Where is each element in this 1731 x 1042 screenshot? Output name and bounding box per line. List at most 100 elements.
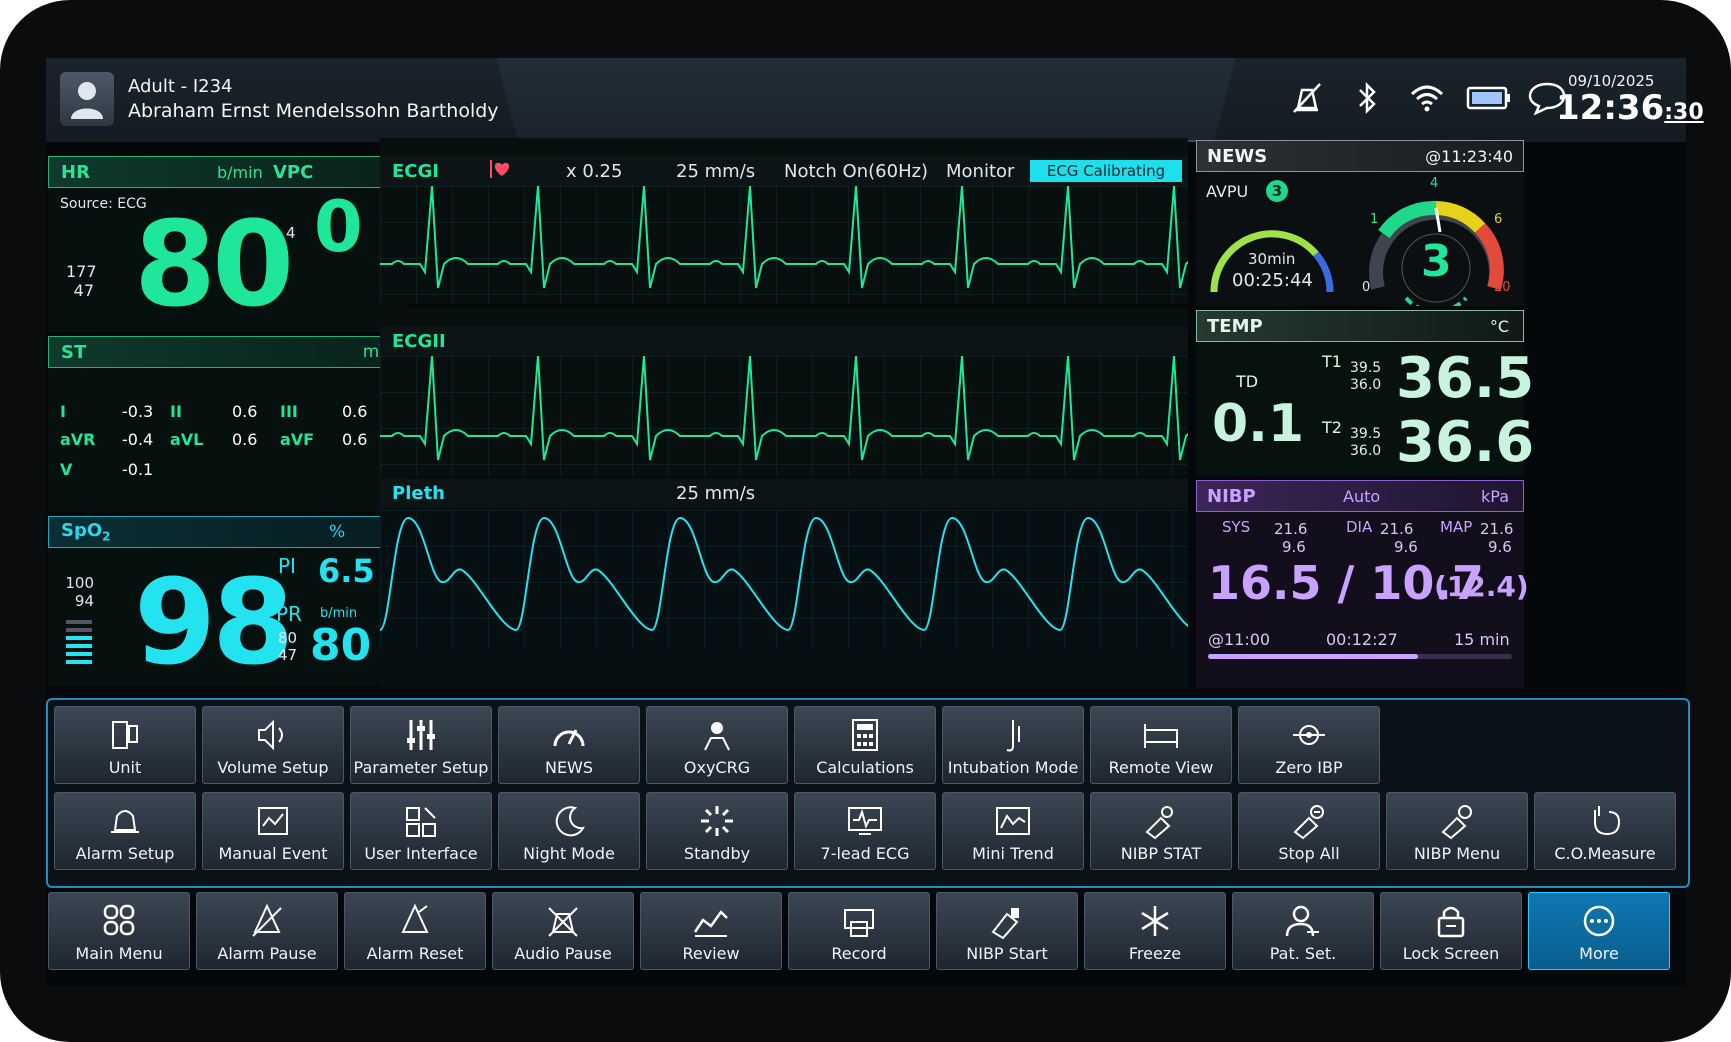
news-scale-20: 20 [1494, 280, 1511, 295]
button-label: More [1579, 944, 1619, 963]
nibp-start-button[interactable]: NIBP Start [936, 892, 1078, 970]
ecg1-mode[interactable]: Monitor [946, 161, 1014, 182]
ecg2-title: ECGII [392, 330, 446, 352]
news-panel[interactable]: NEWS @11:23:40 AVPU 3 30min 00:25:44 3 0… [1196, 140, 1524, 306]
alarm-setup-button[interactable]: Alarm Setup [54, 792, 196, 870]
map-limits: 21.6 9.6 [1480, 520, 1514, 556]
audio-pause-button[interactable]: Audio Pause [492, 892, 634, 970]
7-lead-ecg-button[interactable]: 7-lead ECG [794, 792, 936, 870]
temp-panel[interactable]: TEMP °C TD 0.1 T1 39.5 36.0 36.5 T2 39.5 3… [1196, 310, 1534, 476]
bottom-toolbar: Main Menu Alarm Pause Alarm Reset Audio Pau… [48, 892, 1670, 970]
patient-name[interactable]: Abraham Ernst Mendelssohn Bartholdy [128, 100, 499, 122]
patient-avatar-icon[interactable] [60, 72, 114, 126]
calculations-button[interactable]: Calculations [794, 706, 936, 784]
alarm-reset-button[interactable]: Alarm Reset [344, 892, 486, 970]
oxycrg-icon [704, 722, 730, 751]
st-lead-label: aVL [170, 430, 204, 449]
standby-button[interactable]: Standby [646, 792, 788, 870]
spo2-panel[interactable]: SpO2 % 100 94 98 PI 6.5 PR b/min 80 47 80 [48, 516, 408, 691]
intubation-mode-button[interactable]: Intubation Mode [942, 706, 1084, 784]
unit-button[interactable]: Unit [54, 706, 196, 784]
hr-panel[interactable]: HR b/min VPC Source: ECG 80 177 47 4 0 [48, 156, 408, 332]
pi-label: PI [278, 554, 296, 578]
news-icon [553, 729, 585, 747]
record-button[interactable]: Record [788, 892, 930, 970]
freeze-button[interactable]: Freeze [1084, 892, 1226, 970]
button-label: Zero IBP [1275, 758, 1343, 777]
lock-screen-button[interactable]: Lock Screen [1380, 892, 1522, 970]
main-menu-button[interactable]: Main Menu [48, 892, 190, 970]
button-label: Volume Setup [217, 758, 329, 777]
nibp-menu-button[interactable]: NIBP Menu [1386, 792, 1528, 870]
news-scale-1: 1 [1370, 212, 1379, 227]
spo2-title: SpO2 [61, 520, 111, 544]
user-interface-button[interactable]: User Interface [350, 792, 492, 870]
button-label: Mini Trend [972, 844, 1054, 863]
ecg1-panel[interactable]: ECGI x 0.25 25 mm/s Notch On(60Hz) Monit… [380, 138, 1228, 304]
alarm-pause-button[interactable]: Alarm Pause [196, 892, 338, 970]
bluetooth-icon[interactable] [1346, 80, 1388, 116]
button-label: Pat. Set. [1269, 944, 1337, 963]
st-panel[interactable]: ST mV I -0.3 II 0.6 III 0.6 aVR -0.4 aVL 0.6 aVF 0.… [48, 336, 408, 512]
night-mode-button[interactable]: Night Mode [498, 792, 640, 870]
ecg1-gain[interactable]: x 0.25 [566, 161, 622, 182]
ecg2-panel[interactable]: ECGII [380, 308, 1228, 476]
more-menu-row2: Alarm Setup Manual Event User Interface Nig… [54, 792, 1676, 870]
vpc-label: VPC [273, 161, 314, 183]
parameter-setup-button[interactable]: Parameter Setup [350, 706, 492, 784]
ecg1-waveform [380, 185, 1228, 289]
status-icons [1286, 80, 1568, 116]
pi-value: 6.5 [318, 552, 375, 590]
volume-setup-button[interactable]: Volume Setup [202, 706, 344, 784]
intubation-mode-icon [1006, 720, 1020, 752]
alarm-off-icon[interactable] [1286, 80, 1328, 116]
mini-trend-button[interactable]: Mini Trend [942, 792, 1084, 870]
st-lead-value: 0.6 [342, 430, 368, 449]
stop-all-button[interactable]: Stop All [1238, 792, 1380, 870]
remote-view-button[interactable]: Remote View [1090, 706, 1232, 784]
t2-value: 36.6 [1396, 410, 1535, 475]
button-label: Alarm Setup [75, 844, 175, 863]
dia-limits: 21.6 9.6 [1380, 520, 1418, 556]
ecg1-speed[interactable]: 25 mm/s [676, 161, 755, 182]
st-lead-value: -0.4 [122, 430, 154, 449]
manual-event-button[interactable]: Manual Event [202, 792, 344, 870]
alarm-pause-icon [252, 903, 282, 937]
nibp-start-icon [991, 908, 1019, 940]
hr-value: 80 [134, 195, 294, 333]
zero-ibp-button[interactable]: Zero IBP [1238, 706, 1380, 784]
st-lead-value: 0.6 [232, 402, 258, 421]
monitor-screen: Adult - I234 Abraham Ernst Mendelssohn B… [46, 58, 1704, 986]
ecg1-notch[interactable]: Notch On(60Hz) [784, 161, 928, 182]
nibp-stat-button[interactable]: NIBP STAT [1090, 792, 1232, 870]
stop-all-icon [1293, 805, 1324, 840]
battery-icon[interactable] [1466, 80, 1510, 116]
more-button[interactable]: More [1528, 892, 1670, 970]
nibp-panel[interactable]: NIBP Auto kPa SYS 21.6 9.6 DIA 21.6 9.6 MA… [1196, 480, 1529, 688]
review-button[interactable]: Review [640, 892, 782, 970]
button-label: Freeze [1128, 944, 1182, 963]
pleth-panel[interactable]: Pleth 25 mm/s [379, 478, 1197, 688]
pleth-speed[interactable]: 25 mm/s [676, 483, 755, 504]
wifi-icon[interactable] [1406, 80, 1448, 116]
news-button[interactable]: NEWS [498, 706, 640, 784]
button-label: Parameter Setup [353, 758, 489, 777]
night-mode-icon [555, 806, 585, 837]
pr-value: 80 [310, 620, 372, 671]
sys-label: SYS [1222, 518, 1251, 536]
td-label: TD [1236, 372, 1259, 391]
pat-set-button[interactable]: Pat. Set. [1232, 892, 1374, 970]
alarm-reset-icon [401, 903, 429, 933]
button-label: Alarm Pause [217, 944, 317, 963]
oxycrg-button[interactable]: OxyCRG [646, 706, 788, 784]
lock-screen-icon [1437, 906, 1465, 938]
spo2-limits: 100 94 [65, 574, 94, 610]
c-o-measure-button[interactable]: C.O.Measure [1534, 792, 1676, 870]
dia-label: DIA [1346, 518, 1373, 536]
user-interface-icon [406, 807, 436, 837]
nibp-mode[interactable]: Auto [1343, 487, 1380, 506]
patient-type[interactable]: Adult - I234 [128, 76, 233, 97]
button-label: Intubation Mode [947, 758, 1079, 777]
button-label: User Interface [364, 844, 478, 863]
spo2-value: 98 [134, 553, 294, 691]
